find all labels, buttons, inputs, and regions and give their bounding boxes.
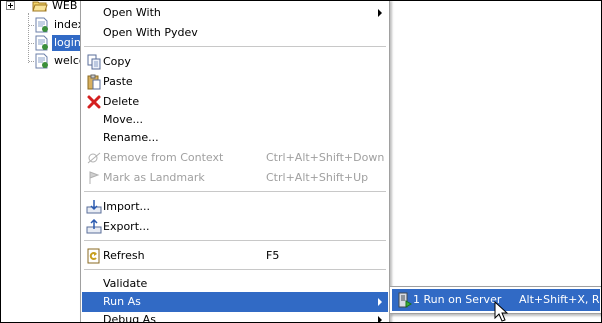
menu-item-label: Delete	[103, 95, 140, 108]
jsp-file-icon	[35, 53, 48, 69]
menu-item-open-with-pydev[interactable]: Open With Pydev	[82, 23, 388, 43]
menu-item-validate[interactable]: Validate	[82, 274, 388, 294]
remove-context-icon	[87, 152, 101, 164]
mouse-pointer-icon	[494, 301, 509, 322]
menu-item-label: Run As	[103, 295, 141, 308]
menu-item-delete[interactable]: Delete	[82, 92, 388, 112]
project-tree: WEB index login welco	[1, 0, 86, 322]
menu-item-open-with[interactable]: Open With	[82, 3, 388, 23]
menu-item-remove-from-context: Remove from Context Ctrl+Alt+Shift+Down	[82, 148, 388, 168]
menu-item-label: Refresh	[103, 249, 145, 262]
menu-item-rename[interactable]: Rename...	[82, 128, 388, 148]
menu-item-paste[interactable]: Paste	[82, 72, 388, 92]
landmark-icon	[89, 171, 100, 184]
submenu-arrow-icon	[378, 298, 382, 306]
menu-item-label: Paste	[103, 75, 133, 88]
folder-icon	[32, 1, 48, 12]
menu-item-label: Move...	[103, 113, 143, 126]
export-icon	[86, 219, 102, 234]
menu-item-label: Export...	[103, 220, 150, 233]
menu-item-label: Remove from Context	[103, 151, 224, 164]
delete-icon	[87, 95, 101, 109]
tree-item-login[interactable]: login	[1, 34, 84, 52]
menu-item-label: Validate	[103, 277, 148, 290]
menu-separator	[84, 46, 386, 47]
menu-item-shortcut: Alt+Shift+X, R	[519, 293, 600, 306]
menu-separator	[84, 191, 386, 192]
workspace-frame: WEB index login welco Open With Open Wit…	[0, 0, 602, 323]
tree-item-welcome[interactable]: welco	[1, 53, 86, 69]
menu-item-export[interactable]: Export...	[82, 217, 388, 237]
menu-item-refresh[interactable]: Refresh F5	[82, 246, 388, 266]
copy-icon	[87, 54, 101, 70]
menu-item-shortcut: Ctrl+Alt+Shift+Up	[266, 171, 369, 184]
menu-separator	[84, 269, 386, 270]
menu-item-label: Copy	[103, 55, 131, 68]
menu-item-label: Rename...	[103, 131, 159, 144]
menu-item-run-as[interactable]: Run As	[82, 292, 388, 312]
menu-item-move[interactable]: Move...	[82, 110, 388, 130]
import-icon	[86, 200, 102, 214]
menu-item-copy[interactable]: Copy	[82, 52, 388, 72]
menu-item-import[interactable]: Import...	[82, 197, 388, 217]
tree-item-label: WEB	[52, 0, 78, 12]
jsp-file-icon	[35, 17, 48, 33]
server-icon	[398, 292, 412, 308]
menu-item-label: Import...	[103, 200, 150, 213]
refresh-icon	[87, 248, 100, 264]
submenu-arrow-icon	[378, 9, 382, 17]
menu-item-label: 1 Run on Server	[413, 293, 502, 306]
context-menu: Open With Open With Pydev Copy Paste Del…	[80, 1, 390, 323]
menu-item-mark-as-landmark: Mark as Landmark Ctrl+Alt+Shift+Up	[82, 168, 388, 188]
menu-item-label: Open With	[103, 6, 161, 19]
menu-separator	[84, 240, 386, 241]
paste-icon	[87, 74, 101, 90]
menu-item-shortcut: F5	[266, 249, 280, 262]
menu-item-shortcut: Ctrl+Alt+Shift+Down	[266, 151, 385, 164]
submenu-arrow-icon	[378, 316, 382, 322]
menu-item-label: Debug As	[103, 313, 156, 323]
jsp-file-icon	[35, 35, 48, 51]
menu-item-label: Open With Pydev	[103, 26, 198, 39]
menu-item-label: Mark as Landmark	[103, 171, 205, 184]
tree-item-web[interactable]: WEB	[1, 0, 81, 14]
tree-item-label: login	[51, 34, 84, 52]
menu-item-debug-as[interactable]: Debug As	[82, 310, 388, 323]
tree-item-index[interactable]: index	[1, 17, 84, 33]
expand-icon[interactable]	[6, 1, 15, 10]
